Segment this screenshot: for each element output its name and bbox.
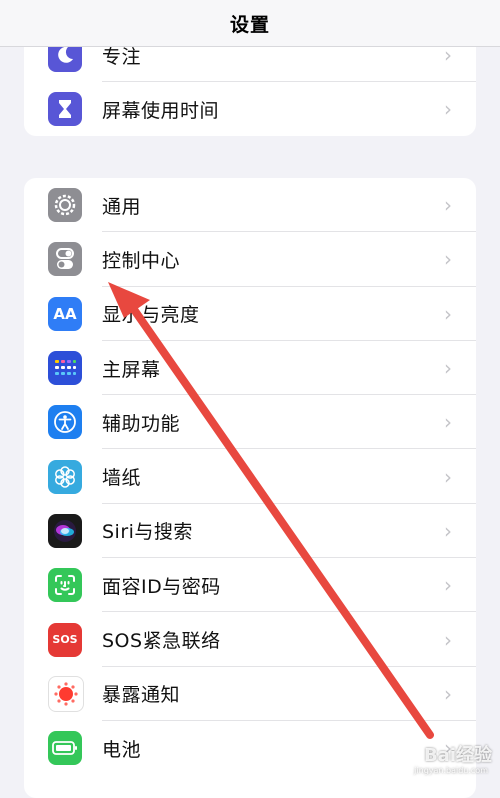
settings-row-label: Siri与搜索 — [102, 521, 193, 544]
chevron-right-icon: › — [444, 410, 452, 435]
hourglass-icon — [48, 92, 82, 126]
nav-bar: 设置 — [0, 0, 500, 47]
chevron-right-icon: › — [444, 97, 452, 121]
settings-row-wallpaper[interactable]: 墙纸 › — [24, 449, 476, 504]
chevron-right-icon: › — [444, 247, 452, 272]
chevron-right-icon: › — [444, 356, 452, 381]
settings-row-control-center[interactable]: 控制中心 › — [24, 232, 476, 287]
accessibility-icon — [48, 405, 82, 440]
settings-row-general[interactable]: 通用 › — [24, 178, 476, 233]
settings-row-label: 主屏幕 — [102, 358, 161, 381]
settings-row-face-id[interactable]: 面容ID与密码 › — [24, 558, 476, 613]
toggle-icon — [48, 242, 82, 277]
sos-icon: SOS — [48, 622, 82, 657]
battery-icon — [48, 731, 82, 766]
settings-row-screen-time[interactable]: 屏幕使用时间 › — [24, 82, 476, 136]
watermark-url: jingyan.baidu.com — [414, 766, 488, 775]
settings-row-label: SOS紧急联络 — [102, 630, 221, 653]
settings-row-label: 屏幕使用时间 — [102, 99, 220, 122]
page-title: 设置 — [229, 13, 270, 36]
face-id-icon — [48, 568, 82, 603]
settings-row-exposure-notifications[interactable]: 暴露通知 › — [24, 667, 476, 721]
chevron-right-icon: › — [444, 301, 452, 326]
siri-icon — [48, 513, 82, 548]
settings-row-display-brightness[interactable]: AA 显示与亮度 › — [24, 287, 476, 341]
settings-row-accessibility[interactable]: 辅助功能 › — [24, 395, 476, 450]
chevron-right-icon: › — [444, 464, 452, 489]
settings-row-emergency-sos[interactable]: SOS SOS紧急联络 › — [24, 612, 476, 667]
watermark: Bai经验 — [423, 745, 492, 766]
chevron-right-icon: › — [444, 518, 452, 543]
exposure-icon — [48, 675, 84, 712]
settings-row-label: 墙纸 — [102, 467, 142, 490]
settings-row-siri-search[interactable]: Siri与搜索 › — [24, 504, 476, 559]
chevron-right-icon: › — [444, 193, 452, 218]
settings-row-home-screen[interactable]: 主屏幕 › — [24, 341, 476, 396]
settings-group-general: 通用 › 控制中心 › AA 显示与亮度 › 主屏幕 › 辅助功能 › 墙纸 ›… — [24, 178, 476, 798]
flower-icon — [48, 459, 82, 494]
settings-row-label: 面容ID与密码 — [102, 575, 221, 598]
settings-row-label: 暴露通知 — [102, 684, 181, 707]
text-size-icon: AA — [48, 296, 82, 331]
settings-row-label: 辅助功能 — [102, 412, 181, 435]
gear-icon — [48, 188, 82, 223]
chevron-right-icon: › — [444, 681, 452, 706]
chevron-right-icon: › — [444, 627, 452, 652]
settings-row-battery[interactable]: 电池 › — [24, 721, 476, 775]
chevron-right-icon: › — [444, 573, 452, 598]
settings-row-label: 电池 — [102, 738, 142, 761]
settings-row-label: 显示与亮度 — [102, 304, 200, 327]
settings-row-label: 控制中心 — [102, 249, 181, 272]
settings-row-label: 通用 — [102, 195, 142, 218]
app-grid-icon — [48, 351, 82, 386]
